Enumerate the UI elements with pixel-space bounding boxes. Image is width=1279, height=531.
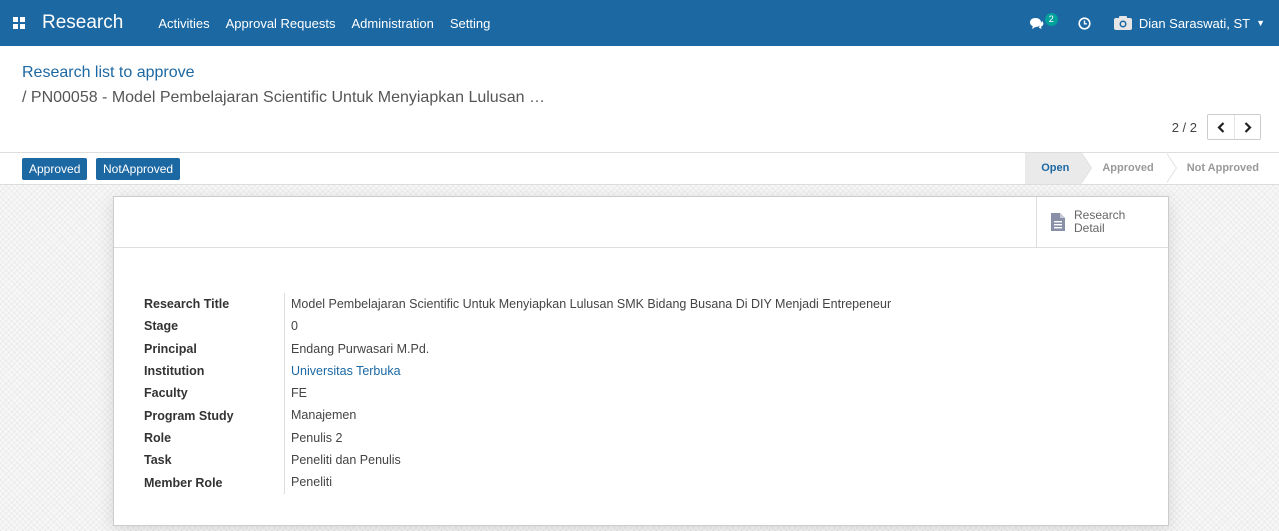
- field-faculty: Faculty FE: [144, 382, 891, 405]
- field-label: Program Study: [144, 408, 234, 423]
- field-value: 0: [284, 315, 298, 338]
- activity-menu[interactable]: [1078, 16, 1091, 30]
- field-value: Peneliti: [284, 471, 332, 494]
- stage-selector: Open Approved Not Approved: [1025, 152, 1279, 184]
- pager-buttons: [1207, 114, 1261, 140]
- clock-icon: [1078, 16, 1091, 30]
- field-value: Peneliti dan Penulis: [284, 449, 401, 472]
- avatar: [1113, 16, 1132, 30]
- chat-icon: [1029, 17, 1044, 29]
- breadcrumb-current: / PN00058 - Model Pembelajaran Scientifi…: [22, 89, 545, 106]
- field-value: Penulis 2: [284, 426, 342, 450]
- app-brand[interactable]: Research: [42, 12, 123, 34]
- menu-activities[interactable]: Activities: [158, 16, 209, 31]
- field-value: Model Pembelajaran Scientific Untuk Meny…: [284, 293, 891, 316]
- pager-next-button[interactable]: [1234, 115, 1260, 139]
- chevron-left-icon: [1217, 121, 1225, 133]
- field-label: Faculty: [144, 386, 188, 401]
- approved-button[interactable]: Approved: [22, 158, 88, 180]
- stage-not-approved[interactable]: Not Approved: [1167, 153, 1279, 184]
- form-sheet: Research Detail Research Title Model Pem…: [113, 196, 1169, 526]
- field-label: Role: [144, 430, 172, 445]
- stage-not-approved-label: Not Approved: [1186, 162, 1259, 174]
- field-value: Endang Purwasari M.Pd.: [284, 337, 429, 360]
- field-label: Research Title: [144, 297, 230, 312]
- form-fields: Research Title Model Pembelajaran Scient…: [144, 293, 891, 494]
- field-label: Member Role: [144, 475, 223, 490]
- research-detail-button[interactable]: Research Detail: [1036, 197, 1168, 247]
- field-role: Role Penulis 2: [144, 426, 891, 450]
- document-icon: [1051, 213, 1065, 231]
- field-research-title: Research Title Model Pembelajaran Scient…: [144, 293, 891, 316]
- field-label: Institution: [144, 364, 205, 379]
- field-value: FE: [284, 382, 307, 405]
- research-detail-line2: Detail: [1074, 221, 1105, 235]
- menu-approval-requests[interactable]: Approval Requests: [226, 16, 336, 31]
- stage-approved-label: Approved: [1102, 162, 1154, 174]
- chat-count-badge: 2: [1044, 12, 1058, 26]
- field-label: Task: [144, 453, 172, 468]
- institution-link[interactable]: Universitas Terbuka: [284, 359, 401, 383]
- breadcrumb-parent-link[interactable]: Research list to approve: [22, 64, 195, 81]
- caret-down-icon: ▼: [1256, 18, 1265, 28]
- field-program-study: Program Study Manajemen: [144, 404, 891, 427]
- form-statusbar: Approved NotApproved Open Approved Not A…: [0, 152, 1279, 185]
- chevron-right-icon: [1244, 121, 1252, 133]
- menu-administration[interactable]: Administration: [351, 16, 433, 31]
- field-label: Stage: [144, 319, 179, 334]
- messaging-menu[interactable]: 2: [1029, 12, 1058, 30]
- field-value: Manajemen: [284, 404, 356, 427]
- smart-button-box: Research Detail: [114, 197, 1168, 248]
- not-approved-button[interactable]: NotApproved: [96, 158, 181, 180]
- pager: 2 / 2: [1172, 114, 1261, 140]
- field-task: Task Peneliti dan Penulis: [144, 449, 891, 472]
- field-label: Principal: [144, 341, 197, 356]
- stage-approved[interactable]: Approved: [1082, 152, 1177, 184]
- stage-open[interactable]: Open: [1025, 152, 1093, 184]
- field-principal: Principal Endang Purwasari M.Pd.: [144, 337, 891, 360]
- user-name: Dian Saraswati, ST: [1138, 15, 1251, 31]
- breadcrumb: Research list to approve: [22, 63, 195, 83]
- navbar-systray: 2 Dian Saraswati, ST ▼: [1029, 0, 1279, 46]
- pager-value[interactable]: 2 / 2: [1172, 120, 1197, 135]
- field-institution: Institution Universitas Terbuka: [144, 359, 891, 383]
- apps-menu-icon[interactable]: [13, 17, 25, 29]
- main-menu: Activities Approval Requests Administrat…: [158, 16, 506, 31]
- stage-open-label: Open: [1041, 162, 1070, 174]
- field-member-role: Member Role Peneliti: [144, 471, 891, 494]
- pager-previous-button[interactable]: [1208, 115, 1234, 139]
- menu-setting[interactable]: Setting: [450, 16, 490, 31]
- user-menu[interactable]: Dian Saraswati, ST ▼: [1113, 15, 1265, 31]
- field-stage: Stage 0: [144, 315, 891, 338]
- top-navbar: Research Activities Approval Requests Ad…: [0, 0, 1279, 46]
